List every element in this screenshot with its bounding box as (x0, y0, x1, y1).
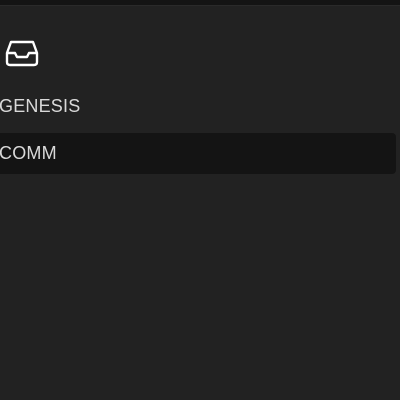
sidebar-item-label: COMM (0, 143, 57, 163)
inbox-tray-icon (5, 40, 39, 67)
sidebar-item-comm[interactable]: COMM (0, 133, 396, 174)
top-border (0, 0, 400, 6)
sidebar-item-genesis[interactable]: GENESIS (0, 86, 396, 126)
inbox-button[interactable] (4, 37, 40, 69)
sidebar-item-label: GENESIS (0, 95, 81, 116)
sidebar-panel: GENESIS COMM (0, 0, 400, 400)
